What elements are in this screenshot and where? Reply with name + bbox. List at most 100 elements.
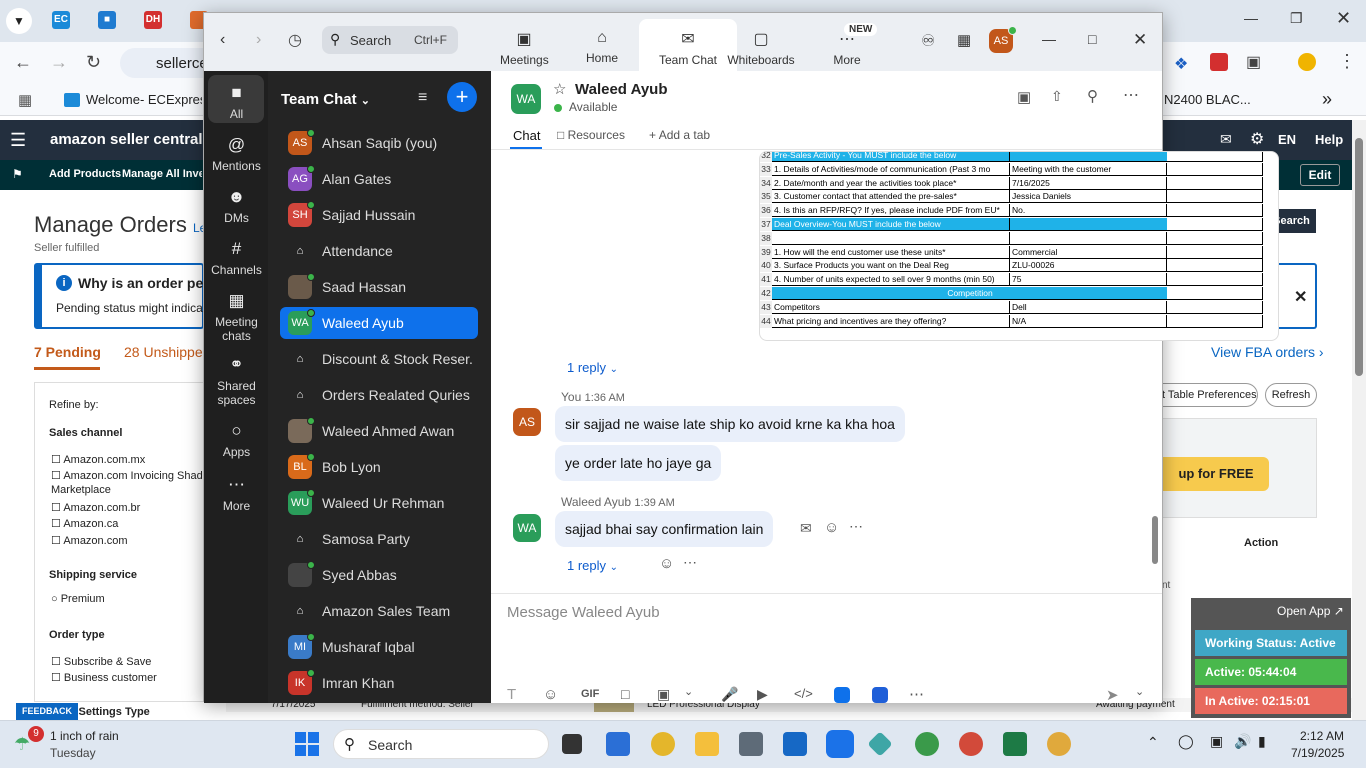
apps-grid-icon[interactable]: ▦ bbox=[18, 91, 32, 109]
contact-item[interactable]: ⌂ Orders Realated Quries bbox=[280, 379, 478, 411]
chrome-profile-3-icon[interactable] bbox=[1047, 732, 1071, 756]
mail-icon[interactable]: ✉ bbox=[1220, 131, 1232, 148]
browser-minimize-icon[interactable]: — bbox=[1244, 10, 1258, 26]
tab-pending[interactable]: 7 Pending bbox=[34, 344, 101, 360]
contact-item[interactable]: SH Sajjad Hussain bbox=[280, 199, 478, 231]
tray-chevron-icon[interactable]: ⌃ bbox=[1147, 734, 1159, 751]
tab-chat[interactable]: Chat bbox=[513, 128, 540, 143]
nav-teamchat[interactable]: ✉ Team Chat bbox=[644, 29, 732, 67]
contact-item[interactable]: Saad Hassan bbox=[280, 271, 478, 303]
feedback-button[interactable]: FEEDBACK bbox=[16, 703, 78, 720]
reply-more-icon[interactable]: ⋯ bbox=[683, 554, 697, 571]
channel-checkbox-2[interactable]: ☐ Amazon.com Invoicing Shado bbox=[51, 469, 209, 482]
zoom-back-icon[interactable]: ‹ bbox=[220, 31, 225, 49]
rail-channels[interactable]: # Channels bbox=[208, 239, 265, 277]
chat-header-name[interactable]: Waleed Ayub bbox=[575, 81, 668, 98]
forward-arrow-icon[interactable]: → bbox=[50, 52, 68, 73]
manage-inventory-link[interactable]: Manage All Invent bbox=[122, 168, 202, 180]
video-message-icon[interactable]: ▶ bbox=[757, 686, 768, 703]
tray-battery-icon[interactable]: ▮ bbox=[1258, 733, 1266, 750]
favorite-star-icon[interactable]: ☆ bbox=[553, 80, 566, 98]
edit-button[interactable]: Edit bbox=[1300, 164, 1340, 186]
file-icon[interactable]: □ bbox=[621, 686, 629, 702]
reply-count-2[interactable]: 1 reply ⌄ bbox=[567, 558, 618, 573]
reply-thread-icon[interactable]: ✉ bbox=[800, 520, 812, 537]
rail-mentions[interactable]: @ Mentions bbox=[208, 135, 265, 173]
browser-menu-icon[interactable]: ⋮ bbox=[1338, 51, 1356, 72]
puzzle-icon[interactable]: ▣ bbox=[1246, 52, 1261, 72]
help-link[interactable]: Help bbox=[1315, 132, 1343, 147]
add-reaction-icon[interactable]: ☺ bbox=[824, 519, 839, 536]
store-icon[interactable] bbox=[606, 732, 630, 756]
table-preferences-button[interactable]: t Table Preferences bbox=[1162, 383, 1258, 407]
chrome-profile-2-icon[interactable] bbox=[959, 732, 983, 756]
ec-tab-icon[interactable]: EC bbox=[52, 11, 70, 29]
contact-item[interactable]: ⌂ Samosa Party bbox=[280, 523, 478, 555]
message-more-icon[interactable]: ⋯ bbox=[849, 518, 863, 535]
rail-meeting-chats[interactable]: ▦ Meeting chats bbox=[208, 291, 265, 343]
zoom-search-box[interactable]: ⚲ Search Ctrl+F bbox=[322, 26, 458, 54]
list-title[interactable]: Team Chat ⌄ bbox=[281, 91, 370, 108]
outlook-icon[interactable] bbox=[783, 732, 807, 756]
chrome-profile-icon[interactable] bbox=[915, 732, 939, 756]
gif-button[interactable]: GIF bbox=[581, 688, 599, 700]
history-icon[interactable]: ◷ bbox=[288, 30, 302, 50]
chrome-icon[interactable] bbox=[651, 732, 675, 756]
app-tab-icon[interactable]: ■ bbox=[98, 11, 116, 29]
channel-checkbox-4[interactable]: ☐ Amazon.ca bbox=[51, 517, 118, 530]
new-chat-button[interactable]: + bbox=[447, 82, 477, 112]
hamburger-menu-icon[interactable]: ☰ bbox=[10, 130, 26, 151]
bookmark-flag-icon[interactable]: ⚑ bbox=[12, 167, 23, 181]
sender-avatar[interactable]: AS bbox=[513, 408, 541, 436]
browser-close-icon[interactable]: ✕ bbox=[1336, 8, 1351, 29]
calendar-icon[interactable]: ▦ bbox=[957, 31, 971, 49]
rail-dms[interactable]: ☻ DMs bbox=[208, 187, 265, 225]
nav-home[interactable]: ⌂ Home bbox=[582, 29, 622, 65]
rail-all[interactable]: ■ All bbox=[208, 83, 265, 121]
address-bar[interactable]: sellerce bbox=[120, 48, 210, 78]
reload-icon[interactable]: ↻ bbox=[86, 52, 101, 73]
filter-icon[interactable]: ≡ bbox=[418, 89, 427, 107]
taskbar-search[interactable]: ⚲ Search bbox=[333, 729, 549, 759]
amazon-logo[interactable]: amazon seller central bbox=[50, 131, 203, 148]
send-options-icon[interactable]: ⌄ bbox=[1135, 685, 1144, 698]
contact-item[interactable]: ⌂ Discount & Stock Reser... bbox=[280, 343, 478, 375]
share-screen-icon[interactable]: ⇧ bbox=[1051, 88, 1063, 105]
contact-item[interactable]: WA Waleed Ayub bbox=[280, 307, 478, 339]
nav-meetings[interactable]: ▣ Meetings bbox=[500, 29, 549, 67]
app-integration-2-icon[interactable] bbox=[872, 687, 888, 703]
view-fba-link[interactable]: View FBA orders › bbox=[1211, 344, 1324, 360]
settings-gear-icon[interactable]: ⚙ bbox=[1250, 129, 1264, 149]
tray-volume-icon[interactable]: 🔊 bbox=[1234, 733, 1251, 750]
message-bubble[interactable]: sajjad bhai say confirmation lain bbox=[555, 511, 774, 547]
contact-item[interactable]: Syed Abbas bbox=[280, 559, 478, 591]
back-arrow-icon[interactable]: ← bbox=[14, 52, 32, 73]
tab-dropdown-button[interactable]: ▼ bbox=[6, 8, 32, 34]
microphone-icon[interactable]: 🎤 bbox=[721, 686, 738, 703]
tab-resources[interactable]: □ Resources bbox=[557, 128, 625, 142]
refresh-button[interactable]: Refresh bbox=[1265, 383, 1317, 407]
contact-item[interactable]: BL Bob Lyon bbox=[280, 451, 478, 483]
clock-time[interactable]: 2:12 AM bbox=[1300, 729, 1344, 743]
dh-tab-icon[interactable]: DH bbox=[144, 11, 162, 29]
zoom-maximize-icon[interactable]: □ bbox=[1088, 31, 1096, 47]
code-snippet-icon[interactable]: </> bbox=[794, 686, 813, 701]
channel-checkbox-5[interactable]: ☐ Amazon.com bbox=[51, 534, 128, 547]
message-input[interactable]: Message Waleed Ayub bbox=[507, 604, 1147, 621]
screenshot-icon[interactable]: ▣ bbox=[657, 686, 670, 703]
task-view-icon[interactable] bbox=[562, 734, 582, 754]
zoom-close-icon[interactable]: ✕ bbox=[1133, 30, 1147, 50]
channel-checkbox-3[interactable]: ☐ Amazon.com.br bbox=[51, 501, 140, 514]
contact-item[interactable]: ⌂ Amazon Sales Team bbox=[280, 595, 478, 627]
nav-whiteboards[interactable]: ▢ Whiteboards bbox=[724, 29, 798, 67]
video-call-icon[interactable]: ▣ bbox=[1017, 88, 1031, 106]
windows-start-icon[interactable] bbox=[295, 732, 319, 756]
zoom-minimize-icon[interactable]: — bbox=[1042, 31, 1056, 47]
text-format-icon[interactable]: T bbox=[507, 686, 516, 703]
contact-item[interactable]: AG Alan Gates bbox=[280, 163, 478, 195]
excel-icon[interactable] bbox=[1003, 732, 1027, 756]
contact-item[interactable]: WU Waleed Ur Rehman bbox=[280, 487, 478, 519]
channel-checkbox-1[interactable]: ☐ Amazon.com.mx bbox=[51, 453, 145, 466]
contact-item[interactable]: AS Ahsan Saqib (you) bbox=[280, 127, 478, 159]
zoom-forward-icon[interactable]: › bbox=[256, 31, 261, 49]
